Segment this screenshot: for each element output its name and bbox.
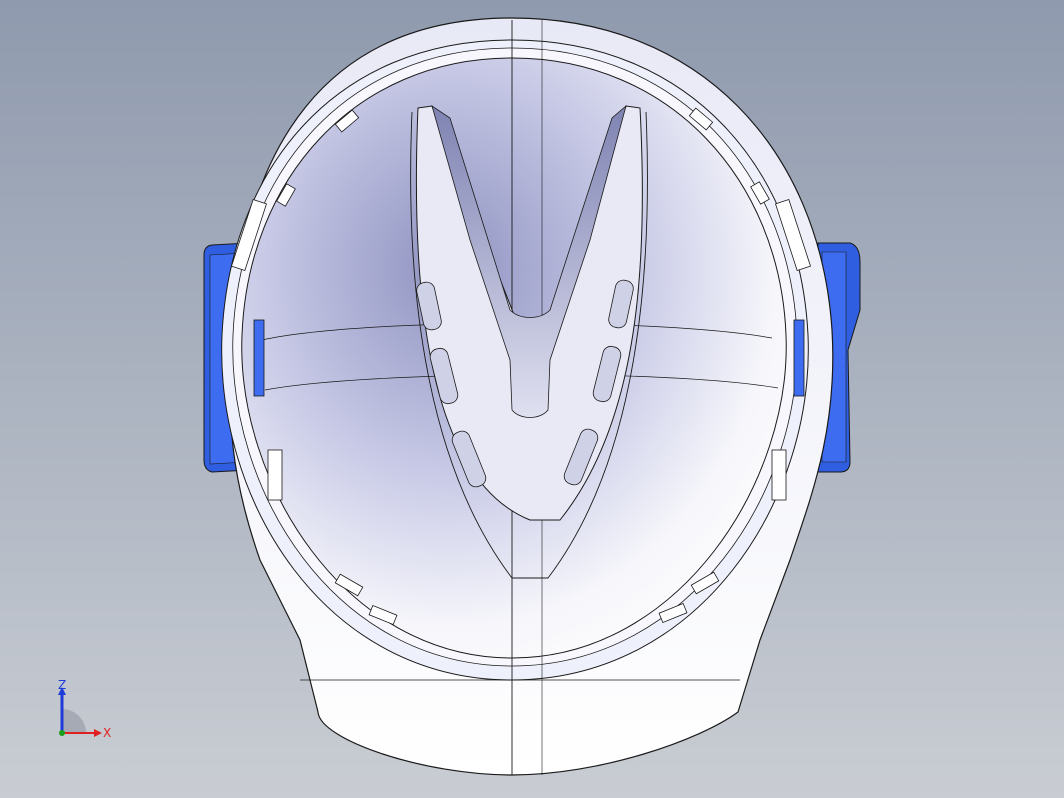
z-axis-label: Z <box>58 678 66 692</box>
triad-origin <box>59 730 65 736</box>
x-axis-label: X <box>103 726 111 740</box>
cad-viewport[interactable] <box>0 0 1064 798</box>
triad-quadrant <box>62 709 86 733</box>
axis-triad: Z X <box>58 678 111 740</box>
x-axis-arrow <box>94 729 102 737</box>
